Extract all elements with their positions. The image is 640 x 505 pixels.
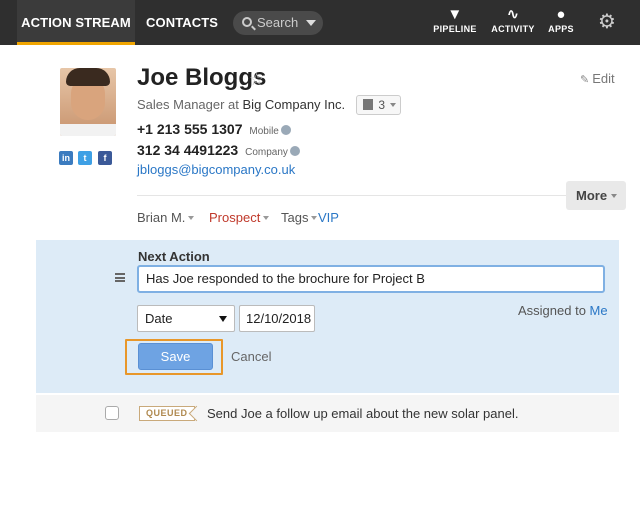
job-title-text: Sales Manager at — [137, 97, 243, 112]
contact-name: Joe Bloggs — [137, 64, 267, 91]
date-type-value: Date — [145, 311, 173, 326]
chevron-down-icon — [188, 216, 195, 220]
skype-icon[interactable] — [289, 146, 300, 156]
company-count: 3 — [378, 98, 386, 112]
list-icon — [115, 273, 125, 282]
facebook-icon[interactable]: f — [98, 151, 112, 165]
edit-button[interactable]: ✎ Edit — [580, 71, 615, 86]
apps-label: APPS — [548, 24, 574, 34]
search-icon — [242, 17, 252, 27]
skype-icon[interactable] — [280, 125, 291, 135]
chevron-down-icon — [311, 216, 318, 220]
tags-label: Tags — [281, 210, 309, 225]
assigned-to: Assigned to Me — [518, 303, 608, 318]
star-icon[interactable]: ☆ — [249, 70, 264, 90]
divider — [137, 195, 567, 196]
status-badge: QUEUED — [139, 406, 195, 421]
chevron-down-icon[interactable] — [306, 20, 316, 26]
search-box[interactable]: Search — [233, 11, 323, 35]
tab-action-stream[interactable]: ACTION STREAM — [17, 0, 135, 45]
company-link[interactable]: Big Company Inc. — [243, 97, 346, 112]
complete-checkbox[interactable] — [105, 406, 119, 420]
apps-icon: ● — [556, 6, 566, 23]
more-button[interactable]: More — [566, 181, 626, 210]
funnel-icon: ▼ — [447, 6, 463, 23]
more-label: More — [576, 188, 608, 203]
avatar — [60, 68, 116, 136]
job-title: Sales Manager at Big Company Inc. — [137, 97, 345, 112]
tag-vip[interactable]: VIP — [318, 210, 339, 225]
owner-label: Brian M. — [137, 210, 186, 225]
gear-icon[interactable]: ⚙ — [596, 11, 618, 33]
pencil-icon: ✎ — [580, 74, 590, 86]
next-action-input[interactable]: Has Joe responded to the brochure for Pr… — [137, 265, 605, 293]
owner-dropdown[interactable]: Brian M. — [137, 210, 195, 225]
edit-label: Edit — [592, 71, 615, 86]
date-input[interactable]: 12/10/2018 — [239, 305, 315, 332]
next-action-title: Next Action — [138, 249, 210, 264]
email-link[interactable]: jbloggs@bigcompany.co.uk — [137, 162, 295, 177]
tab-contacts[interactable]: CONTACTS — [132, 0, 232, 45]
date-type-select[interactable]: Date — [137, 305, 235, 332]
save-button[interactable]: Save — [138, 343, 213, 370]
building-icon — [363, 99, 373, 110]
phone-type: Company — [245, 147, 288, 158]
tags-dropdown[interactable]: Tags — [281, 210, 318, 225]
company-count-dropdown[interactable]: 3 — [356, 95, 401, 115]
phone-mobile[interactable]: +1 213 555 1307 Mobile — [137, 121, 291, 137]
assignee-link[interactable]: Me — [590, 303, 608, 318]
chevron-down-icon — [219, 316, 227, 322]
phone-type: Mobile — [249, 126, 279, 137]
top-nav-bar: ACTION STREAM CONTACTS Search ▼ PIPELINE… — [0, 0, 640, 45]
phone-company[interactable]: 312 34 4491223 Company — [137, 142, 300, 158]
activity-label: ACTIVITY — [491, 24, 535, 34]
queued-action-text[interactable]: Send Joe a follow up email about the new… — [207, 406, 518, 421]
chevron-down-icon — [263, 216, 270, 220]
phone-number: 312 34 4491223 — [137, 142, 239, 158]
activity-button[interactable]: ∿ ACTIVITY — [490, 6, 536, 34]
pulse-icon: ∿ — [506, 6, 520, 23]
apps-button[interactable]: ● APPS — [546, 6, 576, 34]
pipeline-button[interactable]: ▼ PIPELINE — [432, 6, 478, 34]
stage-dropdown[interactable]: Prospect — [209, 210, 270, 225]
cancel-button[interactable]: Cancel — [231, 349, 271, 364]
chevron-down-icon — [611, 194, 618, 198]
linkedin-icon[interactable]: in — [59, 151, 73, 165]
pipeline-label: PIPELINE — [433, 24, 477, 34]
twitter-icon[interactable]: t — [78, 151, 92, 165]
search-input[interactable]: Search — [257, 15, 298, 30]
assigned-label: Assigned to — [518, 303, 590, 318]
chevron-down-icon — [390, 103, 397, 107]
stage-label: Prospect — [209, 210, 261, 225]
phone-number: +1 213 555 1307 — [137, 121, 243, 137]
